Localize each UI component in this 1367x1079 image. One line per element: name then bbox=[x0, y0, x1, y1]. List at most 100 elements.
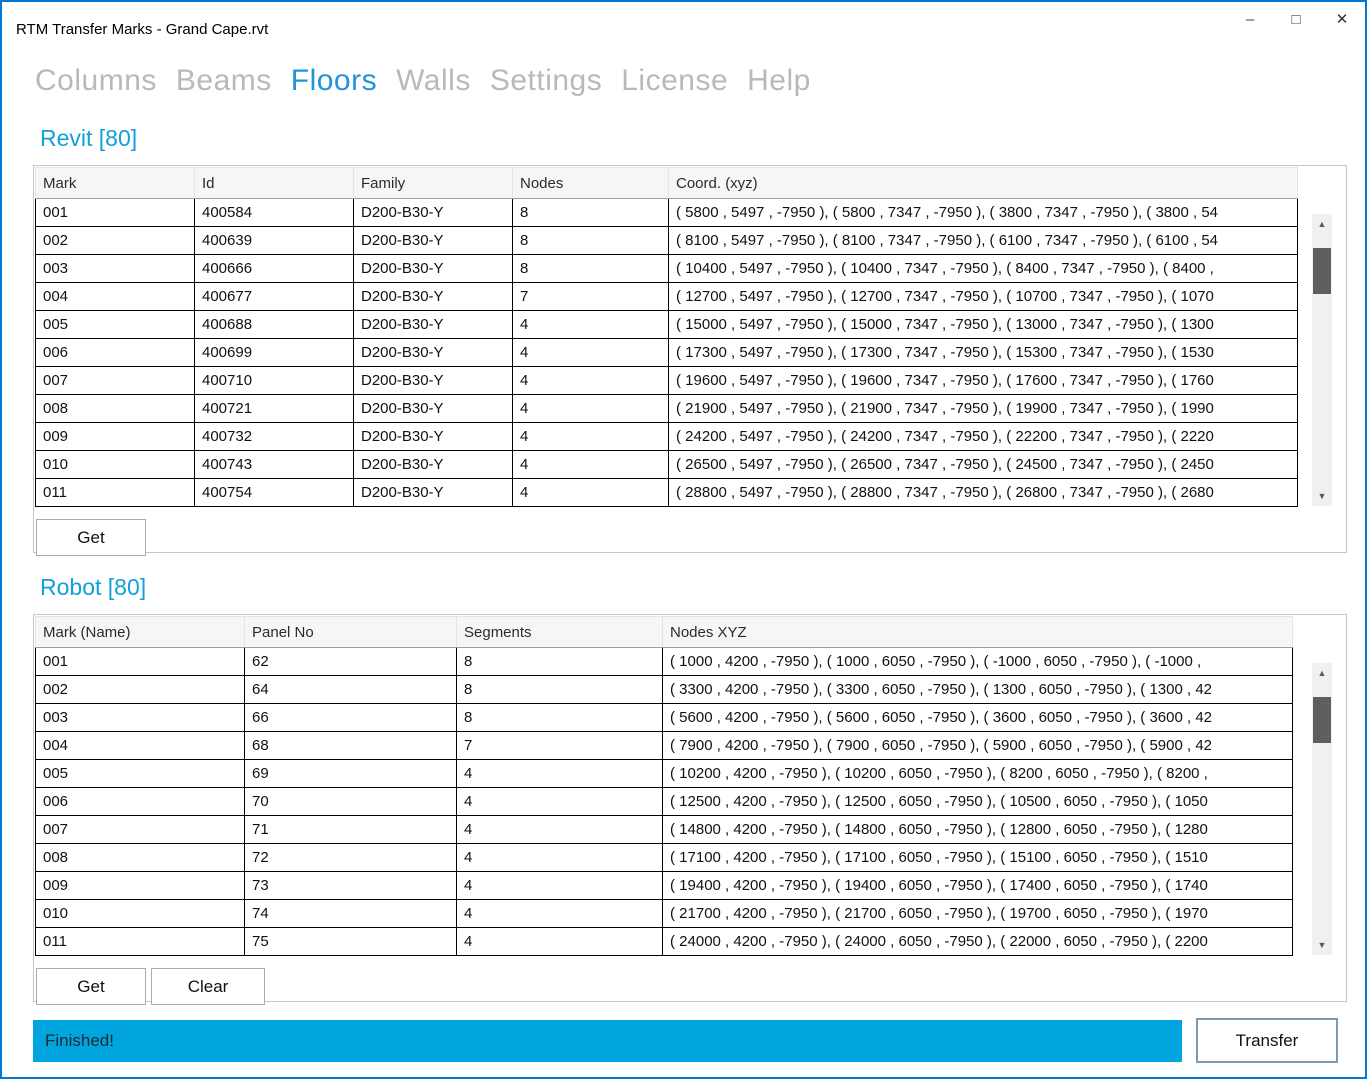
scrollbar-thumb[interactable] bbox=[1313, 248, 1331, 294]
table-cell: ( 17300 , 5497 , -7950 ), ( 17300 , 7347… bbox=[668, 338, 1298, 367]
table-cell: ( 7900 , 4200 , -7950 ), ( 7900 , 6050 ,… bbox=[662, 731, 1293, 760]
nav-item-settings[interactable]: Settings bbox=[490, 64, 602, 98]
table-row[interactable]: 007 400710 D200-B30-Y 4( 19600 , 5497 , -79… bbox=[35, 366, 1298, 395]
table-cell: 005 bbox=[35, 310, 195, 339]
table-row[interactable]: 007 71 4( 14800 , 4200 , -7950 ), ( 14800 … bbox=[35, 815, 1293, 844]
table-row[interactable]: 002 400639 D200-B30-Y 8( 8100 , 5497 , -795… bbox=[35, 226, 1298, 255]
revit-section-title: Revit [80] bbox=[40, 125, 138, 151]
transfer-button[interactable]: Transfer bbox=[1196, 1018, 1338, 1063]
close-button[interactable]: ✕ bbox=[1319, 2, 1365, 36]
scroll-up-button[interactable]: ▲ bbox=[1312, 214, 1332, 234]
table-cell: 400677 bbox=[194, 282, 354, 311]
robot-column-nodes-xyz[interactable]: Nodes XYZ bbox=[662, 616, 1293, 648]
table-row[interactable]: 002 64 8( 3300 , 4200 , -7950 ), ( 3300 , … bbox=[35, 675, 1293, 704]
table-cell: D200-B30-Y bbox=[353, 478, 513, 507]
robot-section-title: Robot [80] bbox=[40, 574, 147, 600]
table-cell: ( 10200 , 4200 , -7950 ), ( 10200 , 6050… bbox=[662, 759, 1293, 788]
table-cell: 006 bbox=[35, 338, 195, 367]
scroll-down-button[interactable]: ▼ bbox=[1312, 486, 1332, 506]
scrollbar-track[interactable] bbox=[1312, 683, 1332, 935]
table-row[interactable]: 011 75 4( 24000 , 4200 , -7950 ), ( 24000 … bbox=[35, 927, 1293, 956]
revit-column-id[interactable]: Id bbox=[194, 167, 354, 199]
window-controls: – □ ✕ bbox=[1227, 2, 1365, 36]
table-row[interactable]: 004 68 7( 7900 , 4200 , -7950 ), ( 7900 , … bbox=[35, 731, 1293, 760]
revit-get-button[interactable]: Get bbox=[36, 519, 146, 556]
table-cell: ( 10400 , 5497 , -7950 ), ( 10400 , 7347… bbox=[668, 254, 1298, 283]
table-row[interactable]: 008 400721 D200-B30-Y 4( 21900 , 5497 , -79… bbox=[35, 394, 1298, 423]
table-cell: 400732 bbox=[194, 422, 354, 451]
nav-item-walls[interactable]: Walls bbox=[396, 64, 471, 98]
revit-column-mark[interactable]: Mark bbox=[35, 167, 195, 199]
close-icon: ✕ bbox=[1335, 11, 1349, 28]
table-cell: 8 bbox=[456, 647, 663, 676]
robot-column-panel-no[interactable]: Panel No bbox=[244, 616, 457, 648]
table-row[interactable]: 006 400699 D200-B30-Y 4( 17300 , 5497 , -79… bbox=[35, 338, 1298, 367]
table-cell: 010 bbox=[35, 899, 245, 928]
table-cell: 011 bbox=[35, 478, 195, 507]
table-cell: 8 bbox=[512, 198, 669, 227]
table-cell: ( 24000 , 4200 , -7950 ), ( 24000 , 6050… bbox=[662, 927, 1293, 956]
minimize-button[interactable]: – bbox=[1227, 2, 1273, 36]
table-row[interactable]: 006 70 4( 12500 , 4200 , -7950 ), ( 12500 … bbox=[35, 787, 1293, 816]
revit-header-row: Mark Id Family Nodes Coord. (xyz) bbox=[35, 167, 1298, 199]
nav-item-columns[interactable]: Columns bbox=[35, 64, 157, 98]
nav-item-floors[interactable]: Floors bbox=[291, 64, 377, 98]
nav-item-license[interactable]: License bbox=[621, 64, 728, 98]
scroll-up-icon: ▲ bbox=[1317, 219, 1327, 229]
robot-table-panel: Mark (Name) Panel No Segments Nodes XYZ … bbox=[33, 614, 1347, 1005]
table-cell: 4 bbox=[512, 310, 669, 339]
table-cell: D200-B30-Y bbox=[353, 366, 513, 395]
table-row[interactable]: 009 73 4( 19400 , 4200 , -7950 ), ( 19400 … bbox=[35, 871, 1293, 900]
table-row[interactable]: 010 400743 D200-B30-Y 4( 26500 , 5497 , -79… bbox=[35, 450, 1298, 479]
table-cell: ( 15000 , 5497 , -7950 ), ( 15000 , 7347… bbox=[668, 310, 1298, 339]
table-cell: D200-B30-Y bbox=[353, 310, 513, 339]
robot-get-button[interactable]: Get bbox=[36, 968, 146, 1005]
revit-column-coord[interactable]: Coord. (xyz) bbox=[668, 167, 1298, 199]
table-row[interactable]: 001 62 8( 1000 , 4200 , -7950 ), ( 1000 , … bbox=[35, 647, 1293, 676]
table-row[interactable]: 003 66 8( 5600 , 4200 , -7950 ), ( 5600 , … bbox=[35, 703, 1293, 732]
maximize-icon: □ bbox=[1291, 10, 1301, 28]
table-cell: 4 bbox=[456, 927, 663, 956]
table-cell: 400584 bbox=[194, 198, 354, 227]
table-cell: 400721 bbox=[194, 394, 354, 423]
table-row[interactable]: 003 400666 D200-B30-Y 8( 10400 , 5497 , -79… bbox=[35, 254, 1298, 283]
table-row[interactable]: 001 400584 D200-B30-Y 8( 5800 , 5497 , -795… bbox=[35, 198, 1298, 227]
table-row[interactable]: 010 74 4( 21700 , 4200 , -7950 ), ( 21700 … bbox=[35, 899, 1293, 928]
table-cell: 75 bbox=[244, 927, 457, 956]
nav-item-help[interactable]: Help bbox=[747, 64, 811, 98]
table-cell: 009 bbox=[35, 422, 195, 451]
scrollbar-track[interactable] bbox=[1312, 234, 1332, 486]
table-row[interactable]: 005 400688 D200-B30-Y 4( 15000 , 5497 , -79… bbox=[35, 310, 1298, 339]
table-cell: D200-B30-Y bbox=[353, 254, 513, 283]
revit-vertical-scrollbar[interactable]: ▲ ▼ bbox=[1312, 214, 1332, 506]
table-cell: 7 bbox=[456, 731, 663, 760]
table-row[interactable]: 009 400732 D200-B30-Y 4( 24200 , 5497 , -79… bbox=[35, 422, 1298, 451]
table-row[interactable]: 005 69 4( 10200 , 4200 , -7950 ), ( 10200 … bbox=[35, 759, 1293, 788]
maximize-button[interactable]: □ bbox=[1273, 2, 1319, 36]
scrollbar-thumb[interactable] bbox=[1313, 697, 1331, 743]
robot-vertical-scrollbar[interactable]: ▲ ▼ bbox=[1312, 663, 1332, 955]
table-cell: ( 12700 , 5497 , -7950 ), ( 12700 , 7347… bbox=[668, 282, 1298, 311]
revit-column-family[interactable]: Family bbox=[353, 167, 513, 199]
revit-column-nodes[interactable]: Nodes bbox=[512, 167, 669, 199]
table-cell: 8 bbox=[512, 226, 669, 255]
nav-item-beams[interactable]: Beams bbox=[176, 64, 272, 98]
table-cell: 004 bbox=[35, 282, 195, 311]
table-cell: 002 bbox=[35, 226, 195, 255]
scroll-up-button[interactable]: ▲ bbox=[1312, 663, 1332, 683]
table-row[interactable]: 011 400754 D200-B30-Y 4( 28800 , 5497 , -79… bbox=[35, 478, 1298, 507]
robot-clear-button[interactable]: Clear bbox=[151, 968, 265, 1005]
table-cell: ( 21700 , 4200 , -7950 ), ( 21700 , 6050… bbox=[662, 899, 1293, 928]
table-row[interactable]: 004 400677 D200-B30-Y 7( 12700 , 5497 , -79… bbox=[35, 282, 1298, 311]
robot-column-segments[interactable]: Segments bbox=[456, 616, 663, 648]
robot-column-mark-name[interactable]: Mark (Name) bbox=[35, 616, 245, 648]
table-cell: 004 bbox=[35, 731, 245, 760]
table-cell: ( 21900 , 5497 , -7950 ), ( 21900 , 7347… bbox=[668, 394, 1298, 423]
table-cell: 7 bbox=[512, 282, 669, 311]
scroll-down-button[interactable]: ▼ bbox=[1312, 935, 1332, 955]
table-cell: 73 bbox=[244, 871, 457, 900]
table-cell: 8 bbox=[456, 703, 663, 732]
table-cell: 71 bbox=[244, 815, 457, 844]
table-row[interactable]: 008 72 4( 17100 , 4200 , -7950 ), ( 17100 … bbox=[35, 843, 1293, 872]
table-cell: 4 bbox=[456, 787, 663, 816]
